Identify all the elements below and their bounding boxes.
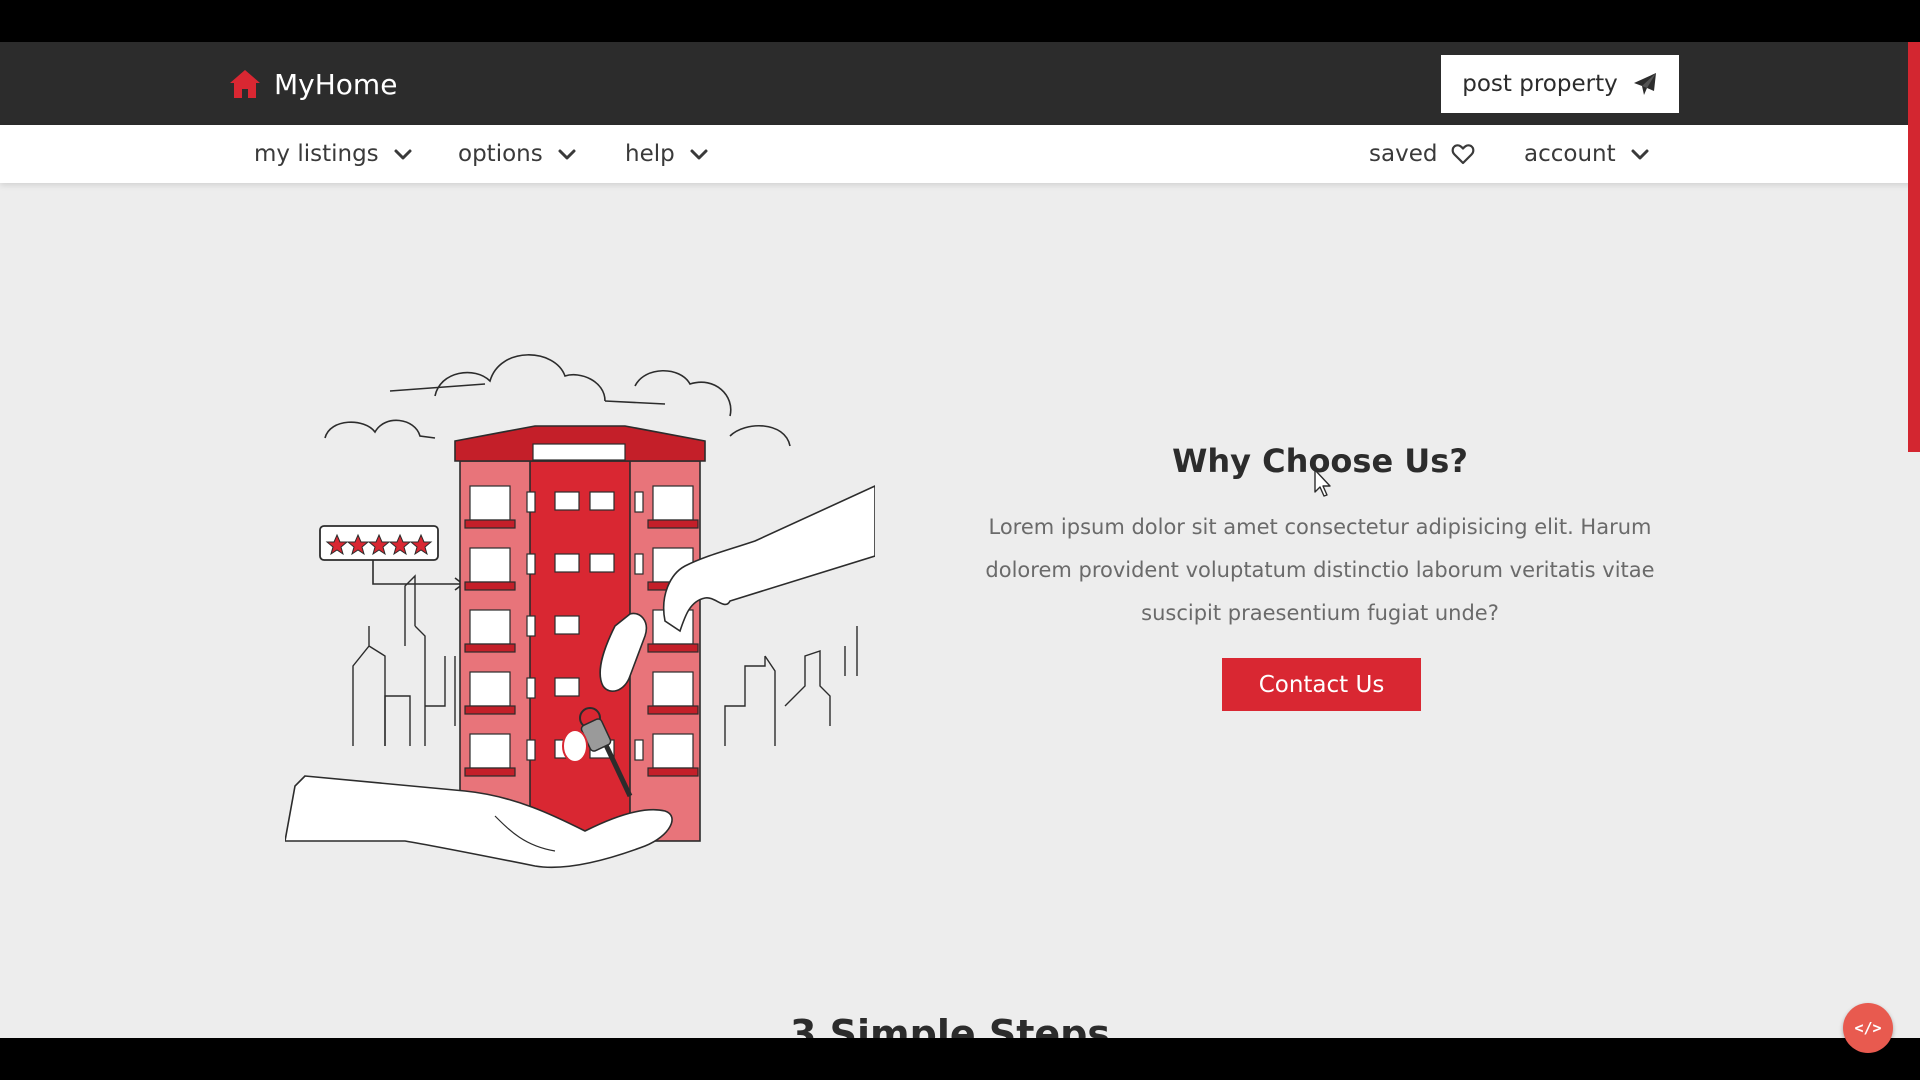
steps-heading: 3 Simple Steps: [789, 1012, 1110, 1038]
nav-help-label: help: [625, 141, 675, 167]
heart-icon: [1452, 144, 1475, 165]
nav-options-label: options: [458, 141, 543, 167]
main-nav: my listings options help saved account: [0, 125, 1920, 183]
paper-plane-icon: [1633, 73, 1656, 95]
nav-saved-label: saved: [1369, 141, 1438, 167]
letterbox-bottom: [0, 1038, 1920, 1080]
nav-my-listings[interactable]: my listings: [254, 125, 413, 183]
chevron-down-icon: [394, 149, 412, 160]
nav-account-label: account: [1524, 141, 1616, 167]
letterbox-top: [0, 0, 1920, 42]
top-header: MyHome post property: [0, 42, 1920, 125]
page-viewport: MyHome post property my listings options…: [0, 42, 1920, 1038]
nav-options[interactable]: options: [458, 125, 577, 183]
building-keys-illustration: [285, 354, 875, 869]
chevron-down-icon: [690, 149, 708, 160]
chevron-down-icon: [1631, 149, 1649, 160]
nav-account[interactable]: account: [1524, 125, 1650, 183]
mouse-cursor-icon: [1314, 469, 1331, 497]
post-property-label: post property: [1462, 71, 1618, 97]
nav-help[interactable]: help: [625, 125, 709, 183]
brand-logo[interactable]: MyHome: [228, 64, 397, 104]
chevron-down-icon: [558, 149, 576, 160]
nav-saved[interactable]: saved: [1369, 125, 1475, 183]
home-icon: [230, 70, 260, 98]
code-widget-button[interactable]: </>: [1843, 1003, 1893, 1053]
nav-my-listings-label: my listings: [254, 141, 379, 167]
why-body: Lorem ipsum dolor sit amet consectetur a…: [985, 515, 1655, 625]
contact-us-button[interactable]: Contact Us: [1222, 658, 1421, 711]
post-property-button[interactable]: post property: [1441, 55, 1679, 113]
code-icon: </>: [1854, 1019, 1882, 1037]
brand-name: MyHome: [274, 67, 398, 101]
scrollbar-thumb[interactable]: [1908, 42, 1920, 452]
